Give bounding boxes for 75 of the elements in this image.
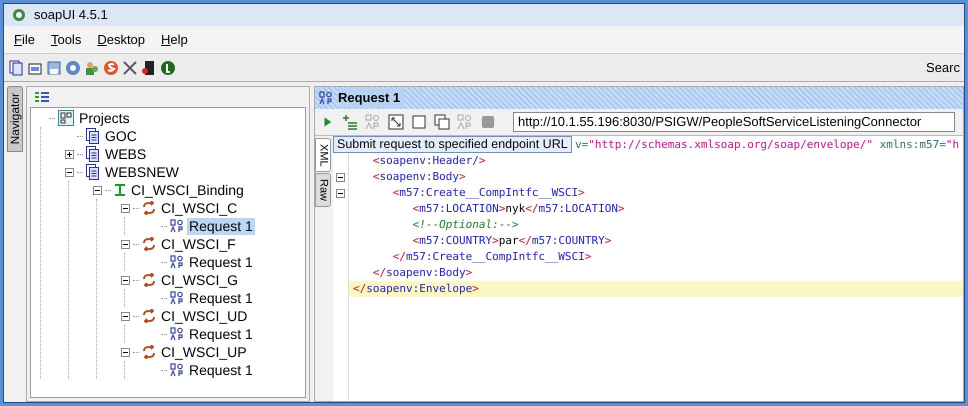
collapse-toggle[interactable] bbox=[120, 204, 130, 212]
code-line: <!--Optional:--> bbox=[412, 217, 520, 233]
tree-item[interactable]: WEBSNEW bbox=[103, 164, 181, 180]
expand-toggle[interactable] bbox=[64, 150, 74, 158]
people-icon[interactable] bbox=[84, 60, 100, 76]
tree-item[interactable]: CI_WSCI_G bbox=[159, 272, 240, 288]
tree-item[interactable]: GOC bbox=[103, 128, 139, 144]
code-line: <m57:LOCATION>nyk</m57:LOCATION> bbox=[412, 201, 626, 217]
tree-item[interactable]: Request 1 bbox=[187, 326, 255, 342]
tree-item[interactable]: Request 1 bbox=[187, 290, 255, 306]
projects-icon bbox=[58, 110, 74, 126]
request-title: Request 1 bbox=[338, 88, 404, 108]
code-line: </m57:Create__CompIntfc__WSCI> bbox=[392, 249, 592, 265]
arrows-icon bbox=[142, 273, 156, 287]
menu-item[interactable]: Tools bbox=[50, 30, 82, 50]
code-line: <soapenv:Header/> bbox=[372, 153, 486, 169]
collapse-toggle[interactable] bbox=[120, 348, 130, 356]
navigator-tab[interactable]: Navigator bbox=[7, 86, 23, 152]
round-logo-icon[interactable] bbox=[160, 60, 176, 76]
arrows-icon bbox=[142, 309, 156, 323]
arrows-icon bbox=[142, 237, 156, 251]
editor-tab[interactable]: Raw bbox=[315, 173, 331, 207]
code-line: v="http://schemas.xmlsoap.org/soap/envelope/" xmlns:m57="h bbox=[574, 137, 960, 153]
tree-item[interactable]: Request 1 bbox=[187, 362, 255, 378]
fold-toggle[interactable] bbox=[336, 188, 345, 198]
code-line: <m57:Create__CompIntfc__WSCI> bbox=[392, 185, 586, 201]
fold-toggle[interactable] bbox=[336, 172, 345, 182]
arrows-icon bbox=[142, 345, 156, 359]
add-icon[interactable] bbox=[342, 114, 358, 130]
code-line: <soapenv:Body> bbox=[372, 169, 467, 185]
soap-icon bbox=[319, 91, 333, 105]
fit-icon[interactable] bbox=[388, 114, 404, 130]
collapse-toggle[interactable] bbox=[92, 186, 102, 194]
search-label: Searc bbox=[926, 58, 960, 77]
collapse-toggle[interactable] bbox=[120, 276, 130, 284]
tree-item[interactable]: CI_WSCI_UP bbox=[159, 344, 249, 360]
code-line: <m57:COUNTRY>par</m57:COUNTRY> bbox=[412, 233, 612, 249]
window-title: soapUI 4.5.1 bbox=[34, 6, 108, 24]
tree-item[interactable]: Request 1 bbox=[187, 218, 255, 234]
save-icon[interactable] bbox=[46, 60, 62, 76]
tree-item[interactable]: Projects bbox=[77, 110, 132, 126]
tree-item[interactable]: WEBS bbox=[103, 146, 148, 162]
arrows-icon bbox=[142, 201, 156, 215]
collapse-toggle[interactable] bbox=[64, 168, 74, 176]
help-icon[interactable] bbox=[65, 60, 81, 76]
endpoint-field[interactable]: http://10.1.55.196:8030/PSIGW/PeopleSoftServiceListeningConnector bbox=[513, 112, 955, 132]
code-line: </soapenv:Body> bbox=[372, 265, 474, 281]
tree-item[interactable]: Request 1 bbox=[187, 254, 255, 270]
tools-icon[interactable] bbox=[122, 60, 138, 76]
copy-icon[interactable] bbox=[434, 114, 450, 130]
tooltip: Submit request to specified endpoint URL bbox=[333, 136, 572, 153]
menu-item[interactable]: File bbox=[14, 30, 35, 50]
app-logo-icon bbox=[12, 8, 26, 22]
soap-icon bbox=[170, 255, 184, 269]
soap-icon bbox=[170, 327, 184, 341]
new-project-icon[interactable] bbox=[8, 60, 24, 76]
soap-icon bbox=[170, 219, 184, 233]
document-icon bbox=[86, 164, 100, 180]
soap-icon bbox=[170, 291, 184, 305]
document-icon bbox=[86, 128, 100, 144]
soap-icon bbox=[170, 363, 184, 377]
interface-icon bbox=[114, 183, 126, 197]
tree-item[interactable]: CI_WSCI_UD bbox=[159, 308, 250, 324]
tree-item[interactable]: CI_WSCI_Binding bbox=[129, 182, 246, 198]
menu-item[interactable]: Desktop bbox=[97, 30, 146, 50]
document-icon bbox=[86, 146, 100, 162]
collapse-toggle[interactable] bbox=[120, 312, 130, 320]
list-icon[interactable] bbox=[35, 92, 49, 102]
logo-icon[interactable] bbox=[103, 60, 119, 76]
tree-item[interactable]: CI_WSCI_F bbox=[159, 236, 238, 252]
tree-item[interactable]: CI_WSCI_C bbox=[159, 200, 240, 216]
menu-item[interactable]: Help bbox=[161, 30, 188, 50]
editor-tab[interactable]: XML bbox=[315, 138, 331, 172]
collapse-toggle[interactable] bbox=[120, 240, 130, 248]
square-icon[interactable] bbox=[411, 114, 427, 130]
